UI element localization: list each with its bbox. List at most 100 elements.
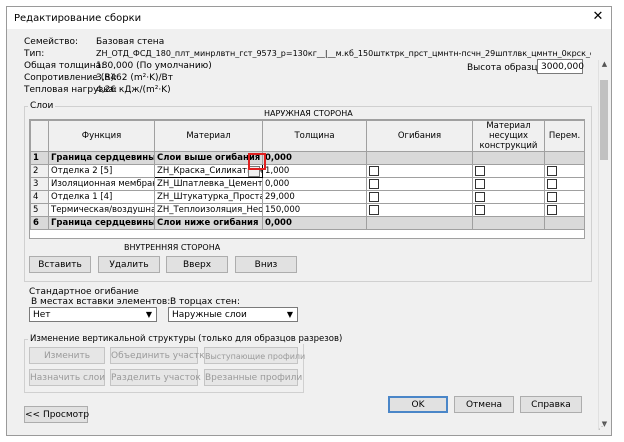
- split-region-button[interactable]: Разделить участок: [110, 369, 201, 386]
- dialog-scrollbar[interactable]: ▲ ▼: [598, 60, 610, 430]
- row-function[interactable]: Отделка 2 [5]: [48, 164, 155, 178]
- sweeps-button[interactable]: Выступающие профили: [204, 347, 305, 364]
- row-structural[interactable]: [472, 177, 545, 191]
- row-structural[interactable]: [472, 190, 545, 204]
- wraps-checkbox[interactable]: [369, 204, 379, 215]
- help-button[interactable]: Справка: [520, 396, 582, 413]
- row-num: 3: [30, 177, 49, 191]
- chevron-down-icon: ▼: [286, 310, 293, 319]
- wraps-checkbox[interactable]: [369, 191, 379, 202]
- row-thickness[interactable]: 0,000: [262, 177, 367, 191]
- thermal-value: 4,26 кДж/(m²·K): [96, 85, 171, 95]
- structural-checkbox[interactable]: [475, 204, 485, 215]
- row-variable[interactable]: [544, 203, 584, 217]
- merge-regions-button[interactable]: Объединить участки: [110, 347, 210, 364]
- header-material: Материал: [154, 120, 263, 152]
- wraps-checkbox[interactable]: [369, 165, 379, 176]
- row-function[interactable]: Термическая/воздушная п: [48, 203, 155, 217]
- close-icon[interactable]: ✕: [590, 9, 606, 24]
- wraps-checkbox[interactable]: [369, 178, 379, 189]
- variable-checkbox[interactable]: [547, 178, 557, 189]
- row-function[interactable]: Граница сердцевины: [48, 151, 155, 165]
- layers-table: Функция Материал Толщина Огибания Матери…: [30, 120, 584, 230]
- row-thickness[interactable]: 29,000: [262, 190, 367, 204]
- ok-button[interactable]: OK: [388, 396, 448, 413]
- resize-grip-icon[interactable]: ⋰: [598, 422, 608, 432]
- row-function[interactable]: Граница сердцевины: [48, 216, 155, 230]
- row-structural[interactable]: [472, 164, 545, 178]
- modify-button[interactable]: Изменить: [29, 347, 105, 364]
- wrapping-group-label: Стандартное огибание: [29, 287, 139, 297]
- header-structural-material: Материал несущих конструкций: [472, 120, 545, 152]
- table-row[interactable]: 6 Граница сердцевины Слои ниже огибания …: [30, 216, 584, 230]
- row-variable: [544, 216, 584, 230]
- table-row[interactable]: 4 Отделка 1 [4] ZH_Штукатурка_Простая 29…: [30, 190, 584, 204]
- row-material[interactable]: ZH_Штукатурка_Простая: [154, 190, 263, 204]
- family-label: Семейство:: [24, 37, 79, 47]
- sample-height-input[interactable]: 3000,000: [537, 59, 584, 74]
- row-thickness[interactable]: 1,000: [262, 164, 367, 178]
- thickness-value: 180,000 (По умолчанию): [96, 61, 212, 71]
- reveals-button[interactable]: Врезанные профили: [204, 369, 302, 386]
- row-material[interactable]: Слои ниже огибания: [154, 216, 263, 230]
- preview-button[interactable]: << Просмотр: [24, 406, 89, 423]
- row-function[interactable]: Изоляционная мембрана: [48, 177, 155, 191]
- header-num: [30, 120, 49, 152]
- structural-checkbox[interactable]: [475, 165, 485, 176]
- insert-wrap-label: В местах вставки элементов:: [31, 297, 171, 307]
- variable-checkbox[interactable]: [547, 165, 557, 176]
- ends-wrap-label: В торцах стен:: [170, 297, 240, 307]
- table-row[interactable]: 5 Термическая/воздушная п ZH_Теплоизоляц…: [30, 203, 584, 217]
- row-wraps: [366, 216, 473, 230]
- table-row[interactable]: 2 Отделка 2 [5] ZH_Краска_Силикатная 1,0…: [30, 164, 584, 178]
- row-num: 5: [30, 203, 49, 217]
- row-material[interactable]: Слои выше огибания: [154, 151, 263, 165]
- row-material[interactable]: ZH_Теплоизоляция_Нео: [154, 203, 263, 217]
- row-material[interactable]: ZH_Шпатлевка_Цементн: [154, 177, 263, 191]
- row-variable[interactable]: [544, 190, 584, 204]
- row-num: 2: [30, 164, 49, 178]
- structural-checkbox[interactable]: [475, 191, 485, 202]
- chevron-down-icon: ▼: [145, 310, 152, 319]
- row-wraps[interactable]: [366, 190, 473, 204]
- row-num: 6: [30, 216, 49, 230]
- table-row[interactable]: 3 Изоляционная мембрана ZH_Шпатлевка_Цем…: [30, 177, 584, 191]
- row-material[interactable]: ZH_Краска_Силикатная: [154, 164, 263, 178]
- header-variable: Перем.: [544, 120, 584, 152]
- table-row[interactable]: 1 Граница сердцевины Слои выше огибания …: [30, 151, 584, 165]
- material-name: ZH_Краска_Силикатная: [157, 166, 263, 176]
- structural-checkbox[interactable]: [475, 178, 485, 189]
- insert-wrap-select[interactable]: Нет ▼: [29, 307, 157, 322]
- variable-checkbox[interactable]: [547, 191, 557, 202]
- row-wraps[interactable]: [366, 203, 473, 217]
- assign-layers-button[interactable]: Назначить слои: [29, 369, 105, 386]
- highlight-marker: [248, 153, 266, 170]
- scroll-up-icon[interactable]: ▲: [599, 60, 610, 70]
- move-down-button[interactable]: Вниз: [235, 256, 297, 273]
- row-wraps[interactable]: [366, 164, 473, 178]
- header-thickness: Толщина: [262, 120, 367, 152]
- delete-layer-button[interactable]: Удалить: [98, 256, 160, 273]
- row-variable[interactable]: [544, 177, 584, 191]
- row-thickness[interactable]: 150,000: [262, 203, 367, 217]
- interior-side-label: ВНУТРЕННЯЯ СТОРОНА: [124, 243, 221, 252]
- row-variable: [544, 151, 584, 165]
- table-header-row: Функция Материал Толщина Огибания Матери…: [30, 120, 584, 152]
- row-thickness[interactable]: 0,000: [262, 151, 367, 165]
- row-variable[interactable]: [544, 164, 584, 178]
- scroll-thumb[interactable]: [600, 80, 608, 160]
- row-structural[interactable]: [472, 203, 545, 217]
- cancel-button[interactable]: Отмена: [454, 396, 514, 413]
- insert-layer-button[interactable]: Вставить: [29, 256, 91, 273]
- variable-checkbox[interactable]: [547, 204, 557, 215]
- move-up-button[interactable]: Вверх: [166, 256, 228, 273]
- row-function[interactable]: Отделка 1 [4]: [48, 190, 155, 204]
- resistance-value: 3,8462 (m²·K)/Вт: [96, 73, 173, 83]
- layers-group-label: Слои: [28, 101, 56, 111]
- layers-table-container: Функция Материал Толщина Огибания Матери…: [29, 119, 585, 239]
- row-thickness[interactable]: 0,000: [262, 216, 367, 230]
- row-wraps[interactable]: [366, 177, 473, 191]
- type-value: ZH_ОТД_ФСД_180_плт_минрлвтн_гст_9573_р=1…: [96, 49, 591, 58]
- ends-wrap-select[interactable]: Наружные слои ▼: [168, 307, 298, 322]
- exterior-side-label: НАРУЖНАЯ СТОРОНА: [264, 109, 353, 118]
